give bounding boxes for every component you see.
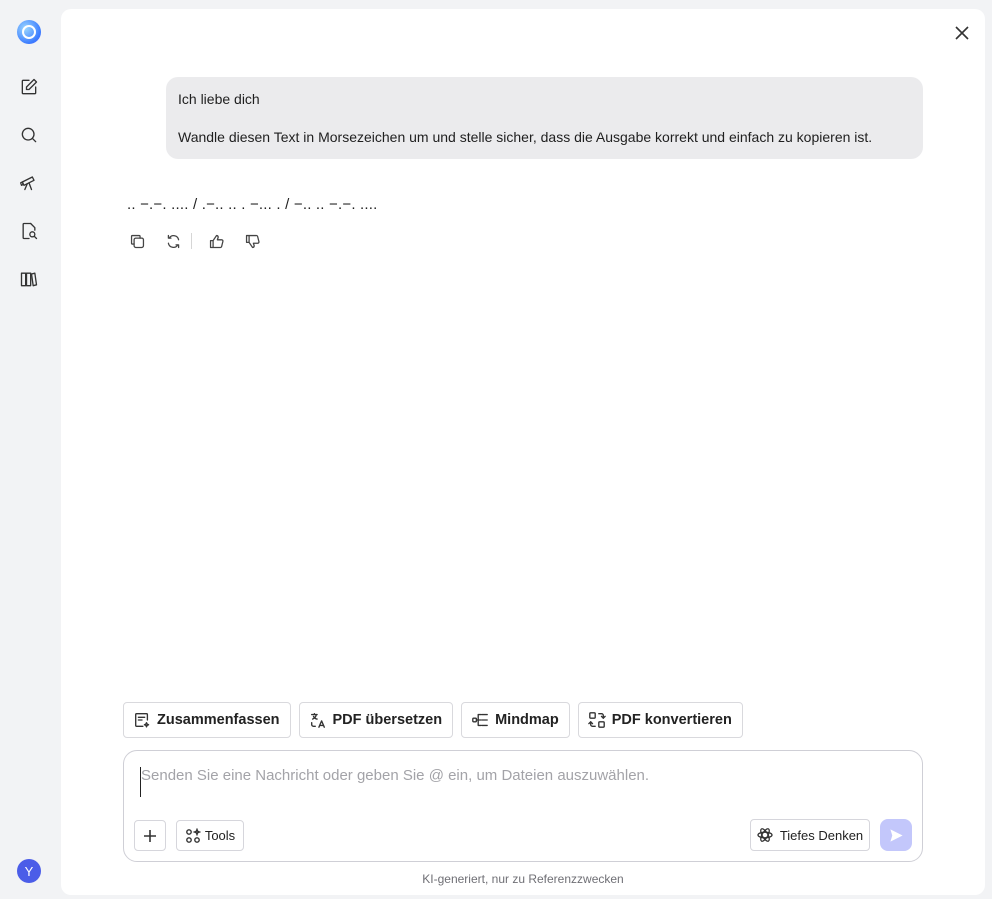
user-message-line: Wandle diesen Text in Morsezeichen um un… — [178, 129, 873, 145]
copy-icon — [130, 234, 144, 248]
refresh-icon — [167, 234, 179, 248]
plus-icon — [144, 829, 156, 842]
copy-button[interactable] — [127, 231, 147, 251]
mindmap-button[interactable]: Mindmap — [461, 702, 570, 738]
summarize-icon — [135, 713, 150, 728]
sidebar: Y — [0, 0, 58, 899]
message-input[interactable] — [140, 767, 900, 797]
mindmap-icon — [472, 713, 488, 727]
quick-actions: Zusammenfassen PDF übersetzen Mindmap PD… — [123, 702, 743, 738]
atom-icon — [757, 828, 773, 842]
ai-disclaimer: KI-generiert, nur zu Referenzzwecken — [422, 872, 624, 886]
user-message-line: Ich liebe dich — [178, 91, 260, 107]
tools-label: Tools — [204, 828, 236, 843]
deep-think-toggle[interactable]: Tiefes Denken — [750, 819, 870, 851]
search-button[interactable] — [17, 123, 41, 147]
tools-icon — [185, 827, 201, 843]
user-message-bubble: Ich liebe dich Wandle diesen Text in Mor… — [166, 77, 923, 159]
convert-pdf-button[interactable]: PDF konvertieren — [577, 702, 743, 738]
message-actions — [127, 231, 278, 251]
like-button[interactable] — [206, 231, 226, 251]
chat-panel: Ich liebe dich Wandle diesen Text in Mor… — [61, 9, 985, 895]
translate-pdf-label: PDF übersetzen — [332, 712, 443, 728]
doc-search-button[interactable] — [17, 219, 41, 243]
convert-pdf-label: PDF konvertieren — [611, 712, 732, 728]
regenerate-button[interactable] — [163, 231, 183, 251]
telescope-icon — [20, 176, 35, 191]
thumbs-up-icon — [209, 234, 224, 248]
actions-divider — [191, 233, 192, 249]
deep-think-label: Tiefes Denken — [779, 827, 864, 843]
tools-button[interactable]: Tools — [176, 820, 244, 851]
avatar[interactable]: Y — [17, 859, 41, 883]
send-button[interactable] — [880, 819, 912, 851]
mindmap-label: Mindmap — [495, 712, 559, 728]
avatar-initial: Y — [24, 863, 34, 879]
library-icon — [20, 272, 38, 287]
search-icon — [21, 127, 37, 143]
app-logo-icon[interactable] — [17, 20, 41, 44]
dislike-button[interactable] — [242, 231, 262, 251]
assistant-reply: .. −.−. .... / .−.. .. . −... . / −.. ..… — [127, 196, 378, 213]
message-composer: Tools Tiefes Denken — [123, 750, 923, 862]
summarize-button[interactable]: Zusammenfassen — [123, 702, 291, 738]
library-button[interactable] — [17, 267, 41, 291]
convert-icon — [587, 712, 606, 728]
attach-button[interactable] — [134, 820, 166, 851]
file-search-icon — [22, 222, 38, 240]
edit-icon — [21, 78, 38, 95]
new-chat-button[interactable] — [17, 75, 41, 99]
close-button[interactable] — [953, 24, 971, 42]
send-icon — [889, 828, 903, 842]
discover-button[interactable] — [17, 170, 41, 194]
translate-icon — [310, 713, 325, 728]
translate-pdf-button[interactable]: PDF übersetzen — [298, 702, 454, 738]
summarize-label: Zusammenfassen — [157, 712, 280, 728]
close-icon — [955, 26, 969, 40]
thumbs-down-icon — [245, 234, 260, 248]
